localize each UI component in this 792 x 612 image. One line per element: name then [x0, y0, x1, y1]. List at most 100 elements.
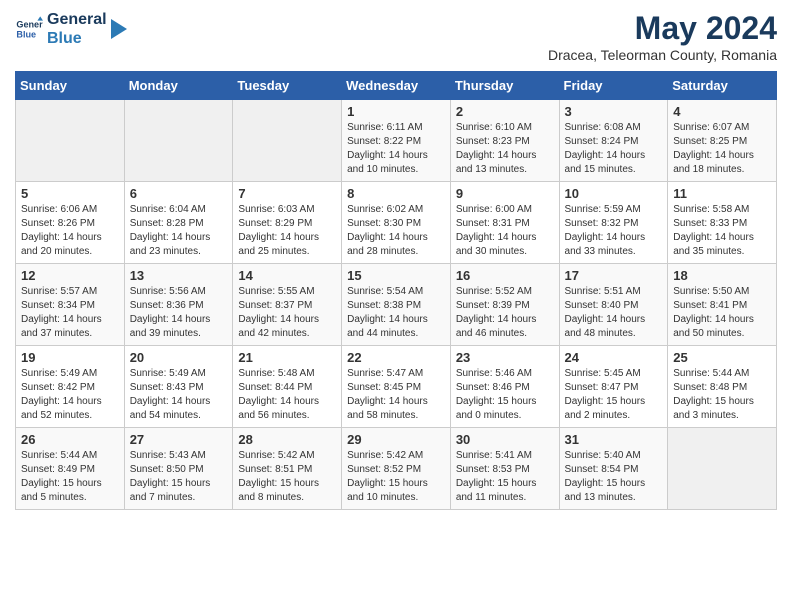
calendar-cell — [668, 428, 777, 510]
calendar-cell: 4 Sunrise: 6:07 AMSunset: 8:25 PMDaylight… — [668, 100, 777, 182]
day-number: 20 — [130, 350, 228, 365]
calendar-cell: 17 Sunrise: 5:51 AMSunset: 8:40 PMDayligh… — [559, 264, 668, 346]
day-number: 3 — [565, 104, 663, 119]
calendar-cell: 3 Sunrise: 6:08 AMSunset: 8:24 PMDaylight… — [559, 100, 668, 182]
day-info: Sunrise: 5:52 AMSunset: 8:39 PMDaylight:… — [456, 285, 554, 341]
day-info: Sunrise: 5:56 AMSunset: 8:36 PMDaylight:… — [130, 285, 228, 341]
logo-icon: General Blue — [15, 15, 43, 43]
day-info: Sunrise: 5:42 AMSunset: 8:51 PMDaylight:… — [238, 449, 336, 505]
day-info: Sunrise: 5:41 AMSunset: 8:53 PMDaylight:… — [456, 449, 554, 505]
day-number: 2 — [456, 104, 554, 119]
logo-line1: General — [47, 10, 107, 29]
day-number: 29 — [347, 432, 445, 447]
day-number: 13 — [130, 268, 228, 283]
day-number: 4 — [673, 104, 771, 119]
day-number: 25 — [673, 350, 771, 365]
day-number: 18 — [673, 268, 771, 283]
day-info: Sunrise: 5:58 AMSunset: 8:33 PMDaylight:… — [673, 203, 771, 259]
calendar-cell: 10Sunrise: 5:59 AMSunset: 8:32 PMDayligh… — [559, 182, 668, 264]
day-header-sunday: Sunday — [16, 72, 125, 100]
day-number: 16 — [456, 268, 554, 283]
calendar-cell: 25Sunrise: 5:44 AMSunset: 8:48 PMDayligh… — [668, 346, 777, 428]
day-number: 11 — [673, 186, 771, 201]
title-area: May 2024 Dracea, Teleorman County, Roman… — [548, 10, 777, 63]
calendar-cell: 14Sunrise: 5:55 AMSunset: 8:37 PMDayligh… — [233, 264, 342, 346]
calendar-cell: 8 Sunrise: 6:02 AMSunset: 8:30 PMDaylight… — [342, 182, 451, 264]
calendar-cell — [16, 100, 125, 182]
calendar-week-row: 19 Sunrise: 5:49 AMSunset: 8:42 PMDayligh… — [16, 346, 777, 428]
day-info: Sunrise: 5:44 AMSunset: 8:49 PMDaylight:… — [21, 449, 119, 505]
day-number: 30 — [456, 432, 554, 447]
day-info: Sunrise: 5:51 AMSunset: 8:40 PMDaylight:… — [565, 285, 663, 341]
day-number: 28 — [238, 432, 336, 447]
logo: General Blue General Blue — [15, 10, 127, 48]
day-info: Sunrise: 5:48 AMSunset: 8:44 PMDaylight:… — [238, 367, 336, 423]
svg-text:General: General — [16, 20, 43, 30]
calendar-cell: 15 Sunrise: 5:54 AMSunset: 8:38 PMDayligh… — [342, 264, 451, 346]
day-info: Sunrise: 5:49 AMSunset: 8:42 PMDaylight:… — [21, 367, 119, 423]
day-info: Sunrise: 6:06 AMSunset: 8:26 PMDaylight:… — [21, 203, 119, 259]
day-info: Sunrise: 5:43 AMSunset: 8:50 PMDaylight:… — [130, 449, 228, 505]
page-header: General Blue General Blue May 2024 Drace… — [15, 10, 777, 63]
day-info: Sunrise: 6:11 AMSunset: 8:22 PMDaylight:… — [347, 121, 445, 177]
location: Dracea, Teleorman County, Romania — [548, 47, 777, 63]
day-number: 26 — [21, 432, 119, 447]
day-header-wednesday: Wednesday — [342, 72, 451, 100]
day-info: Sunrise: 6:04 AMSunset: 8:28 PMDaylight:… — [130, 203, 228, 259]
day-info: Sunrise: 6:10 AMSunset: 8:23 PMDaylight:… — [456, 121, 554, 177]
day-info: Sunrise: 6:03 AMSunset: 8:29 PMDaylight:… — [238, 203, 336, 259]
day-info: Sunrise: 6:07 AMSunset: 8:25 PMDaylight:… — [673, 121, 771, 177]
calendar-cell: 20 Sunrise: 5:49 AMSunset: 8:43 PMDayligh… — [124, 346, 233, 428]
day-info: Sunrise: 6:02 AMSunset: 8:30 PMDaylight:… — [347, 203, 445, 259]
day-number: 31 — [565, 432, 663, 447]
calendar-cell: 31Sunrise: 5:40 AMSunset: 8:54 PMDayligh… — [559, 428, 668, 510]
calendar-cell: 11 Sunrise: 5:58 AMSunset: 8:33 PMDayligh… — [668, 182, 777, 264]
calendar-cell — [124, 100, 233, 182]
calendar-cell: 6 Sunrise: 6:04 AMSunset: 8:28 PMDaylight… — [124, 182, 233, 264]
day-info: Sunrise: 6:00 AMSunset: 8:31 PMDaylight:… — [456, 203, 554, 259]
day-number: 19 — [21, 350, 119, 365]
day-number: 8 — [347, 186, 445, 201]
day-number: 24 — [565, 350, 663, 365]
month-title: May 2024 — [548, 10, 777, 47]
calendar-table: SundayMondayTuesdayWednesdayThursdayFrid… — [15, 71, 777, 510]
calendar-cell: 29 Sunrise: 5:42 AMSunset: 8:52 PMDayligh… — [342, 428, 451, 510]
day-number: 21 — [238, 350, 336, 365]
calendar-cell: 19 Sunrise: 5:49 AMSunset: 8:42 PMDayligh… — [16, 346, 125, 428]
calendar-header-row: SundayMondayTuesdayWednesdayThursdayFrid… — [16, 72, 777, 100]
day-number: 17 — [565, 268, 663, 283]
day-info: Sunrise: 5:42 AMSunset: 8:52 PMDaylight:… — [347, 449, 445, 505]
day-info: Sunrise: 5:54 AMSunset: 8:38 PMDaylight:… — [347, 285, 445, 341]
calendar-cell: 22Sunrise: 5:47 AMSunset: 8:45 PMDayligh… — [342, 346, 451, 428]
day-info: Sunrise: 6:08 AMSunset: 8:24 PMDaylight:… — [565, 121, 663, 177]
logo-line2: Blue — [47, 29, 107, 48]
calendar-cell: 21 Sunrise: 5:48 AMSunset: 8:44 PMDayligh… — [233, 346, 342, 428]
calendar-cell: 27 Sunrise: 5:43 AMSunset: 8:50 PMDayligh… — [124, 428, 233, 510]
day-info: Sunrise: 5:57 AMSunset: 8:34 PMDaylight:… — [21, 285, 119, 341]
day-number: 7 — [238, 186, 336, 201]
calendar-week-row: 26 Sunrise: 5:44 AMSunset: 8:49 PMDayligh… — [16, 428, 777, 510]
day-number: 23 — [456, 350, 554, 365]
calendar-cell — [233, 100, 342, 182]
day-info: Sunrise: 5:50 AMSunset: 8:41 PMDaylight:… — [673, 285, 771, 341]
day-info: Sunrise: 5:49 AMSunset: 8:43 PMDaylight:… — [130, 367, 228, 423]
calendar-cell: 30 Sunrise: 5:41 AMSunset: 8:53 PMDayligh… — [450, 428, 559, 510]
calendar-cell: 2 Sunrise: 6:10 AMSunset: 8:23 PMDaylight… — [450, 100, 559, 182]
day-number: 27 — [130, 432, 228, 447]
calendar-cell: 5Sunrise: 6:06 AMSunset: 8:26 PMDaylight… — [16, 182, 125, 264]
calendar-cell: 7 Sunrise: 6:03 AMSunset: 8:29 PMDaylight… — [233, 182, 342, 264]
day-number: 15 — [347, 268, 445, 283]
calendar-cell: 26 Sunrise: 5:44 AMSunset: 8:49 PMDayligh… — [16, 428, 125, 510]
day-number: 14 — [238, 268, 336, 283]
calendar-cell: 16 Sunrise: 5:52 AMSunset: 8:39 PMDayligh… — [450, 264, 559, 346]
day-number: 6 — [130, 186, 228, 201]
day-header-thursday: Thursday — [450, 72, 559, 100]
day-header-saturday: Saturday — [668, 72, 777, 100]
day-number: 9 — [456, 186, 554, 201]
calendar-cell: 18 Sunrise: 5:50 AMSunset: 8:41 PMDayligh… — [668, 264, 777, 346]
day-header-monday: Monday — [124, 72, 233, 100]
calendar-week-row: 1Sunrise: 6:11 AMSunset: 8:22 PMDaylight… — [16, 100, 777, 182]
calendar-week-row: 5Sunrise: 6:06 AMSunset: 8:26 PMDaylight… — [16, 182, 777, 264]
calendar-cell: 1Sunrise: 6:11 AMSunset: 8:22 PMDaylight… — [342, 100, 451, 182]
calendar-cell: 24Sunrise: 5:45 AMSunset: 8:47 PMDayligh… — [559, 346, 668, 428]
